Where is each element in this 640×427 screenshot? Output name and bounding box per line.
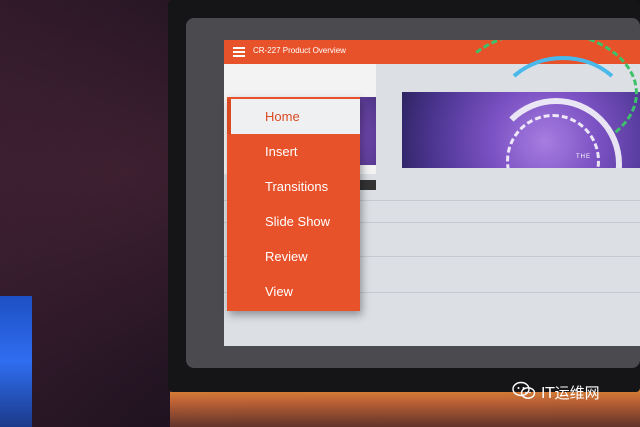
decorative-blue-arc [494,56,632,174]
menu-item-home[interactable]: Home [227,99,360,134]
menu-item-transitions[interactable]: Transitions [227,169,360,204]
hamburger-menu-icon[interactable] [233,47,245,57]
menu-item-slide-show[interactable]: Slide Show [227,204,360,239]
blue-light [0,296,32,427]
menu-item-insert[interactable]: Insert [227,134,360,169]
watermark-text: IT运维网 [541,384,600,402]
wechat-icon [512,381,536,399]
ribbon-tab-menu: Home Insert Transitions Slide Show Revie… [227,97,360,311]
menu-item-view[interactable]: View [227,274,360,309]
document-title: CR-227 Product Overview [253,46,346,55]
watermark: IT运维网 [512,380,632,406]
menu-item-review[interactable]: Review [227,239,360,274]
